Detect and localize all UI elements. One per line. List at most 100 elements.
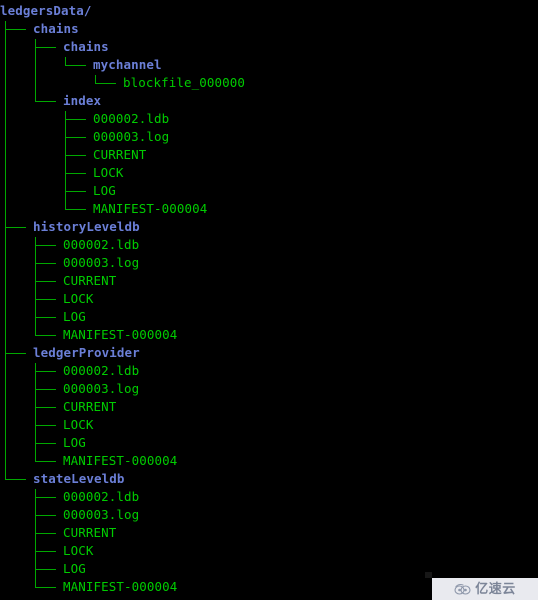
tree-file-label: 000003.log — [93, 129, 170, 144]
tree-file-label: 000003.log — [63, 381, 140, 396]
tree-file-label: 000002.ldb — [63, 237, 140, 252]
tree-file-label: LOCK — [63, 543, 94, 558]
watermark-corner-mark — [425, 572, 432, 578]
tree-branch-line — [35, 569, 56, 570]
tree-branch-line — [35, 497, 56, 498]
tree-file-label: LOG — [63, 561, 86, 576]
tree-branch-line — [35, 425, 56, 426]
tree-trunk-line — [65, 57, 66, 65]
tree-file-label: CURRENT — [63, 273, 117, 288]
tree-root-row: ledgersData/ — [0, 2, 538, 20]
tree-file-label: CURRENT — [63, 525, 117, 540]
tree-trunk-line — [35, 489, 36, 587]
tree-trunk-line — [35, 237, 36, 335]
tree-trunk-line — [35, 363, 36, 461]
tree-row: LOCK — [0, 416, 538, 434]
tree-branch-line — [65, 173, 86, 174]
tree-branch-line — [35, 371, 56, 372]
tree-row: chains — [0, 38, 538, 56]
tree-file-label: CURRENT — [93, 147, 147, 162]
tree-file-label: 000003.log — [63, 507, 140, 522]
tree-branch-line — [65, 119, 86, 120]
tree-row: MANIFEST-000004 — [0, 326, 538, 344]
tree-trunk-line — [35, 39, 36, 101]
tree-row: MANIFEST-000004 — [0, 452, 538, 470]
tree-branch-line — [35, 443, 56, 444]
tree-branch-line — [5, 353, 26, 354]
tree-row: LOCK — [0, 290, 538, 308]
tree-file-label: CURRENT — [63, 399, 117, 414]
tree-row: CURRENT — [0, 524, 538, 542]
tree-row: CURRENT — [0, 272, 538, 290]
tree-row: stateLeveldb — [0, 470, 538, 488]
tree-file-label: MANIFEST-000004 — [63, 579, 178, 594]
tree-trunk-line — [5, 21, 6, 479]
tree-file-label: LOCK — [63, 417, 94, 432]
tree-directory-label: index — [63, 93, 102, 108]
tree-row: historyLeveldb — [0, 218, 538, 236]
tree-branch-line — [35, 335, 56, 336]
tree-file-label: 000003.log — [63, 255, 140, 270]
tree-row: LOCK — [0, 542, 538, 560]
tree-branch-line — [95, 83, 116, 84]
tree-branch-line — [35, 515, 56, 516]
tree-branch-line — [35, 101, 56, 102]
tree-row: LOG — [0, 308, 538, 326]
tree-file-label: MANIFEST-000004 — [93, 201, 208, 216]
tree-branch-line — [65, 209, 86, 210]
tree-row: CURRENT — [0, 398, 538, 416]
tree-branch-line — [35, 281, 56, 282]
tree-root-label: ledgersData/ — [0, 3, 92, 18]
tree-row: 000003.log — [0, 506, 538, 524]
tree-file-label: 000002.ldb — [63, 363, 140, 378]
tree-row: index — [0, 92, 538, 110]
tree-branch-line — [65, 65, 86, 66]
tree-branch-line — [35, 389, 56, 390]
tree-branch-line — [65, 155, 86, 156]
tree-file-label: LOG — [63, 435, 86, 450]
tree-row: 000002.ldb — [0, 488, 538, 506]
tree-branch-line — [65, 137, 86, 138]
tree-row: LOG — [0, 434, 538, 452]
terminal-screen: ledgersData/chains chains mychannel blockfi… — [0, 0, 538, 600]
tree-directory-label: chains — [33, 21, 79, 36]
tree-directory-label: historyLeveldb — [33, 219, 140, 234]
tree-branch-line — [5, 227, 26, 228]
cloud-icon — [454, 583, 471, 595]
tree-branch-line — [35, 245, 56, 246]
tree-row: 000002.ldb — [0, 236, 538, 254]
tree-file-label: blockfile_000000 — [123, 75, 246, 90]
tree-branch-line — [65, 191, 86, 192]
tree-branch-line — [35, 533, 56, 534]
tree-branch-line — [35, 587, 56, 588]
tree-file-label: LOG — [63, 309, 86, 324]
tree-branch-line — [35, 461, 56, 462]
watermark: 亿速云 — [425, 572, 538, 600]
tree-branch-line — [35, 551, 56, 552]
tree-row: LOG — [0, 560, 538, 578]
tree-branch-line — [5, 29, 26, 30]
tree-directory-label: stateLeveldb — [33, 471, 125, 486]
watermark-label: 亿速云 — [475, 581, 516, 597]
tree-branch-line — [35, 317, 56, 318]
tree-row: 000003.log — [0, 254, 538, 272]
tree-file-label: MANIFEST-000004 — [63, 327, 178, 342]
tree-row: chains — [0, 20, 538, 38]
tree-directory-label: mychannel — [93, 57, 162, 72]
tree-branch-line — [35, 299, 56, 300]
tree-directory-label: ledgerProvider — [33, 345, 140, 360]
tree-branch-line — [35, 407, 56, 408]
tree-file-label: MANIFEST-000004 — [63, 453, 178, 468]
tree-row: ledgerProvider — [0, 344, 538, 362]
tree-branch-line — [5, 479, 26, 480]
tree-file-label: LOG — [93, 183, 116, 198]
tree-directory-label: chains — [63, 39, 109, 54]
tree-branch-line — [35, 47, 56, 48]
tree-file-label: LOCK — [93, 165, 124, 180]
tree-file-label: 000002.ldb — [63, 489, 140, 504]
tree-row: blockfile_000000 — [0, 74, 538, 92]
tree-trunk-line — [65, 111, 66, 209]
tree-file-label: 000002.ldb — [93, 111, 170, 126]
tree-file-label: LOCK — [63, 291, 94, 306]
tree-branch-line — [35, 263, 56, 264]
